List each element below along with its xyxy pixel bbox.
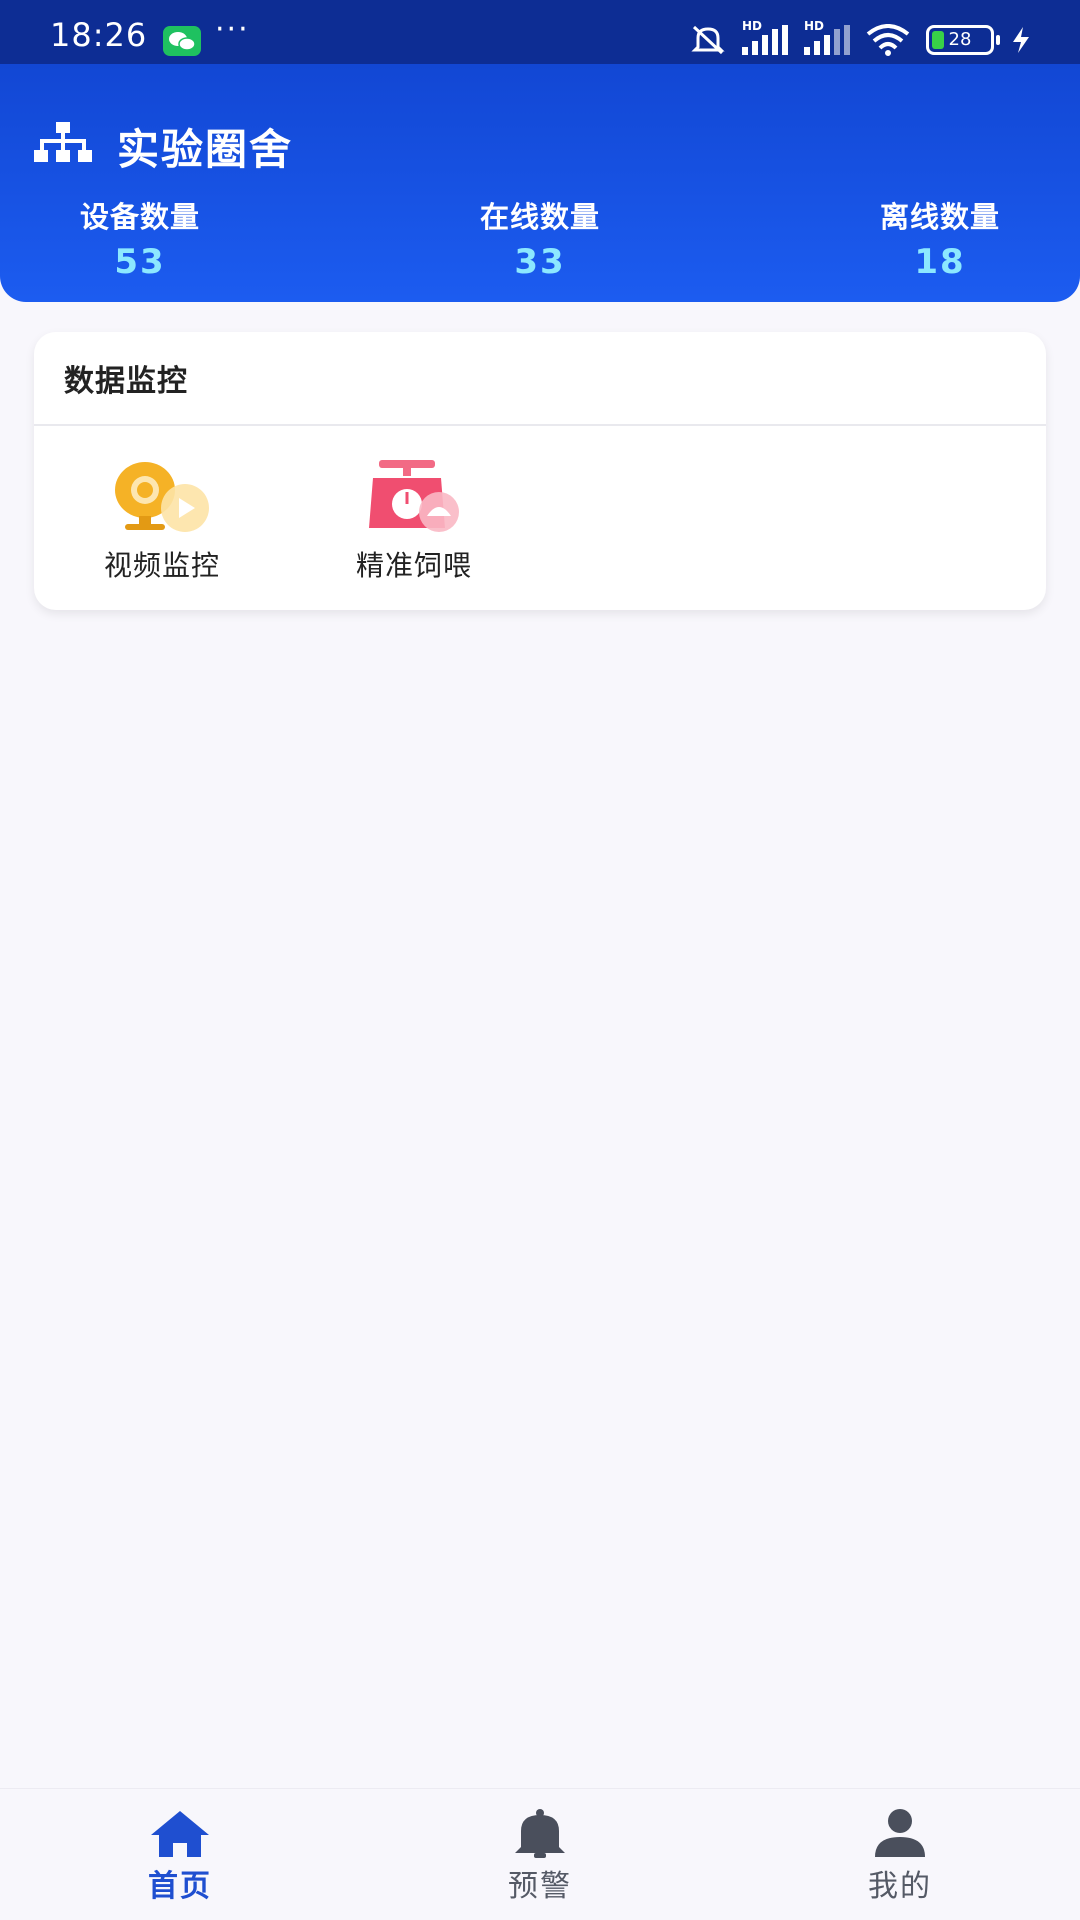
charging-icon <box>1013 27 1029 53</box>
home-icon <box>151 1811 209 1857</box>
nav-home[interactable]: 首页 <box>80 1807 280 1905</box>
stat-value: 53 <box>114 242 166 282</box>
battery-icon: 28 <box>926 25 1000 55</box>
stat-offline-count: 离线数量 18 <box>830 194 1050 282</box>
nav-profile[interactable]: 我的 <box>800 1807 1000 1905</box>
hd-label: HD <box>804 19 825 33</box>
data-monitor-card: 数据监控 视频监控 精准饲喂 <box>34 332 1046 610</box>
mute-icon <box>691 25 725 55</box>
camera-icon <box>115 462 209 532</box>
wechat-icon <box>163 26 201 56</box>
system-icons: HD HD 28 <box>690 19 1032 58</box>
wifi-icon <box>866 24 910 56</box>
more-notifications-icon: ··· <box>215 12 250 47</box>
hd-label: HD <box>742 19 763 33</box>
stat-device-count: 设备数量 53 <box>30 194 250 282</box>
stat-label: 设备数量 <box>79 200 200 234</box>
card-title: 数据监控 <box>64 364 188 399</box>
signal-icon: HD <box>742 19 788 55</box>
stat-value: 33 <box>514 242 566 282</box>
divider <box>34 424 1046 426</box>
precision-feeding-button[interactable]: 精准饲喂 <box>314 458 514 584</box>
nav-label: 首页 <box>148 1869 212 1904</box>
feature-label: 视频监控 <box>103 549 220 582</box>
user-icon <box>875 1809 925 1857</box>
feature-label: 精准饲喂 <box>355 549 472 582</box>
status-bar: 18:26 ··· HD HD 28 <box>0 0 1080 64</box>
stat-label: 离线数量 <box>879 200 1000 234</box>
nav-alerts[interactable]: 预警 <box>440 1807 640 1905</box>
nav-label: 预警 <box>508 1869 572 1904</box>
header: 实验圈舍 设备数量 53 在线数量 33 离线数量 18 <box>0 64 1080 302</box>
network-icon <box>34 122 92 162</box>
nav-label: 我的 <box>868 1869 932 1904</box>
bell-icon <box>515 1809 565 1858</box>
battery-level: 28 <box>948 29 972 50</box>
stat-online-count: 在线数量 33 <box>430 194 650 282</box>
stat-value: 18 <box>914 242 966 282</box>
scale-icon <box>369 460 459 532</box>
page-title: 实验圈舍 <box>117 125 294 174</box>
status-time: 18:26 <box>50 16 148 54</box>
bottom-nav: 首页 预警 我的 <box>0 1788 1080 1920</box>
video-monitor-button[interactable]: 视频监控 <box>62 458 262 584</box>
signal-icon: HD <box>804 19 850 55</box>
stat-label: 在线数量 <box>479 200 600 234</box>
